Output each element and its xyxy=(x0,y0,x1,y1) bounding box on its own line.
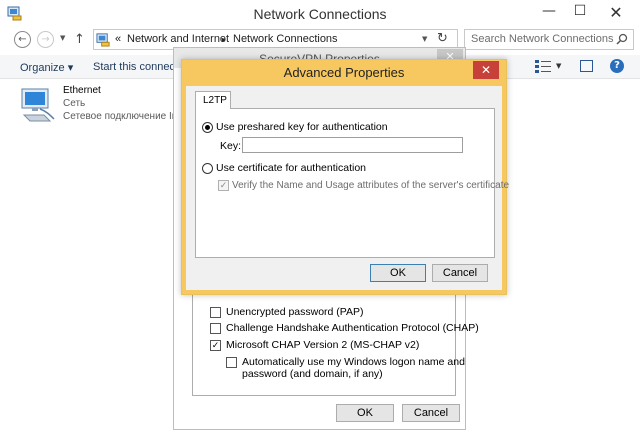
pap-checkbox-box[interactable] xyxy=(210,307,221,318)
up-button[interactable]: ↑ xyxy=(74,32,85,47)
adv-close-button[interactable]: ✕ xyxy=(473,61,499,79)
maximize-button[interactable]: ☐ xyxy=(567,3,593,19)
adv-dialog-title: Advanced Properties xyxy=(283,65,405,80)
adv-dialog-buttons: OK Cancel xyxy=(181,85,507,295)
refresh-button[interactable]: ↻ xyxy=(437,31,448,46)
help-icon[interactable]: ? xyxy=(610,59,624,73)
organize-menu[interactable]: Organize ▾ xyxy=(20,61,73,74)
start-connection-button[interactable]: Start this connecti xyxy=(93,61,180,73)
adv-dialog-titlebar: Advanced Properties ✕ xyxy=(182,60,506,86)
close-window-button[interactable]: ✕ xyxy=(603,3,629,22)
window-titlebar: Network Connections — ☐ ✕ xyxy=(0,0,640,28)
auto-logon-checkbox-box[interactable] xyxy=(226,357,237,368)
auto-logon-label: Automatically use my Windows logon name … xyxy=(242,356,465,380)
auto-logon-label-line2: password (and domain, if any) xyxy=(242,368,383,380)
connection-device: Сетевое подключение In xyxy=(63,111,178,122)
view-options-icon[interactable] xyxy=(535,60,551,73)
tab-l2tp[interactable]: L2TP xyxy=(195,91,231,109)
search-icon[interactable] xyxy=(616,33,628,45)
breadcrumb-network-connections[interactable]: Network Connections xyxy=(233,33,338,45)
connection-item-ethernet[interactable]: Ethernet Сеть Сетевое подключение In xyxy=(20,85,180,127)
auto-logon-label-line1: Automatically use my Windows logon name … xyxy=(242,356,465,368)
breadcrumb-separator[interactable]: ▸ xyxy=(222,35,226,44)
mschapv2-checkbox-label: Microsoft CHAP Version 2 (MS-CHAP v2) xyxy=(226,339,420,351)
network-adapter-icon xyxy=(21,88,55,122)
forward-button[interactable]: → xyxy=(37,31,54,48)
breadcrumb-overflow[interactable]: « xyxy=(115,33,121,45)
chap-checkbox-label: Challenge Handshake Authentication Proto… xyxy=(226,322,479,334)
connection-name: Ethernet xyxy=(63,85,101,96)
mschapv2-checkbox-box[interactable]: ✓ xyxy=(210,340,221,351)
connection-status: Сеть xyxy=(63,98,86,109)
search-placeholder: Search Network Connections xyxy=(471,33,614,45)
address-dropdown[interactable]: ▼ xyxy=(422,35,427,43)
breadcrumb-network-and-internet[interactable]: Network and Internet xyxy=(127,33,229,45)
adv-ok-button[interactable]: OK xyxy=(370,264,426,282)
pap-checkbox-label: Unencrypted password (PAP) xyxy=(226,306,364,318)
tab-l2tp-label: L2TP xyxy=(203,95,227,106)
adv-cancel-button[interactable]: Cancel xyxy=(432,264,488,282)
recent-locations-dropdown[interactable]: ▼ xyxy=(60,34,65,42)
vpn-ok-button[interactable]: OK xyxy=(336,404,394,422)
back-button[interactable]: ← xyxy=(14,31,31,48)
minimize-button[interactable]: — xyxy=(536,3,562,19)
search-input[interactable]: Search Network Connections xyxy=(464,29,634,50)
view-dropdown[interactable]: ▼ xyxy=(556,62,561,70)
network-connections-icon xyxy=(96,33,110,47)
chap-checkbox-box[interactable] xyxy=(210,323,221,334)
preview-pane-icon[interactable] xyxy=(580,60,593,72)
vpn-cancel-button[interactable]: Cancel xyxy=(402,404,460,422)
